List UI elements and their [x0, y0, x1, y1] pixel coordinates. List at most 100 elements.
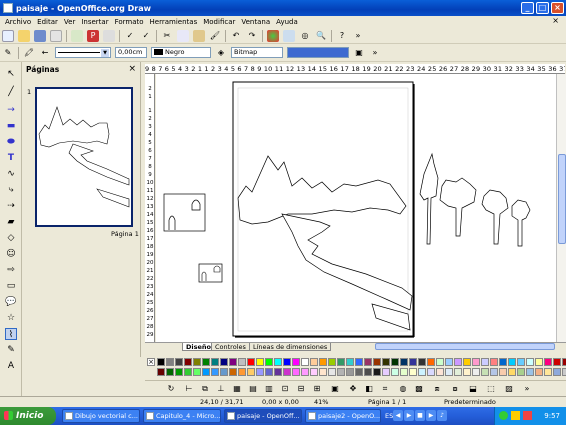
color-swatch[interactable]	[400, 358, 408, 366]
area-style-select[interactable]: Bitmap	[231, 47, 283, 58]
color-swatch[interactable]	[472, 358, 480, 366]
connector-icon[interactable]: ⤷	[5, 184, 17, 196]
taskbar-item-paisaje[interactable]: paisaje - OpenOff...	[224, 409, 302, 423]
line-color-select[interactable]: Negro	[151, 47, 211, 58]
no-fill-swatch[interactable]: ×	[147, 358, 155, 366]
color-swatch[interactable]	[193, 358, 201, 366]
toolbar-options-icon[interactable]: »	[352, 30, 364, 42]
color-swatch[interactable]	[364, 368, 372, 376]
email-icon[interactable]	[50, 29, 62, 42]
color-swatch[interactable]	[391, 368, 399, 376]
snap-border-icon[interactable]: ▥	[263, 383, 275, 395]
menu-insertar[interactable]: Insertar	[78, 18, 111, 26]
menu-editar[interactable]: Editar	[34, 18, 61, 26]
color-swatch[interactable]	[310, 368, 318, 376]
table-icon[interactable]	[283, 29, 295, 42]
color-swatch[interactable]	[211, 368, 219, 376]
color-swatch[interactable]	[310, 358, 318, 366]
shadow-icon[interactable]: ▣	[353, 47, 365, 59]
volume-icon[interactable]: ♪	[437, 410, 447, 421]
color-swatch[interactable]	[445, 368, 453, 376]
color-swatch[interactable]	[247, 358, 255, 366]
color-swatch[interactable]	[454, 368, 462, 376]
color-swatch[interactable]	[427, 368, 435, 376]
extrusion-icon[interactable]: ⬓	[467, 383, 479, 395]
arch-box-large[interactable]	[163, 193, 206, 232]
line-icon[interactable]: 🖍	[23, 47, 35, 59]
color-swatch[interactable]	[346, 368, 354, 376]
color-swatch[interactable]	[481, 358, 489, 366]
paste-icon[interactable]	[193, 29, 205, 42]
zoom-level[interactable]: 41%	[314, 398, 328, 406]
edit-file-icon[interactable]	[71, 29, 83, 42]
menu-herramientas[interactable]: Herramientas	[147, 18, 201, 26]
color-swatch[interactable]	[193, 368, 201, 376]
line-width-input[interactable]: 0,00cm	[115, 47, 147, 58]
save-icon[interactable]	[34, 29, 46, 42]
color-swatch[interactable]	[247, 368, 255, 376]
group-icon[interactable]: ⧈	[431, 383, 443, 395]
close-document-icon[interactable]: ×	[549, 16, 562, 25]
clone-format-icon[interactable]: 🖌	[209, 30, 221, 42]
color-swatch[interactable]	[499, 358, 507, 366]
color-swatch[interactable]	[202, 358, 210, 366]
color-swatch[interactable]	[553, 368, 561, 376]
maximize-button[interactable]: □	[536, 2, 549, 14]
color-swatch[interactable]	[283, 368, 291, 376]
vertical-scrollbar[interactable]	[556, 74, 566, 342]
symbol-shapes-icon[interactable]: ☺	[5, 248, 17, 260]
menu-modificar[interactable]: Modificar	[200, 18, 238, 26]
color-swatch[interactable]	[418, 368, 426, 376]
menu-ayuda[interactable]: Ayuda	[273, 18, 301, 26]
color-swatch[interactable]	[490, 358, 498, 366]
vertical-scroll-thumb[interactable]	[558, 154, 566, 244]
color-swatch[interactable]	[418, 358, 426, 366]
media-prev-icon[interactable]: ◀	[393, 410, 403, 421]
curve-icon[interactable]: ∿	[5, 168, 17, 180]
3d-objects-icon[interactable]: ▰	[5, 216, 17, 228]
tree-medium[interactable]	[481, 189, 509, 245]
color-swatch[interactable]	[472, 368, 480, 376]
arrange-icon[interactable]: ⧉	[199, 383, 211, 395]
color-swatch[interactable]	[463, 368, 471, 376]
help-icon[interactable]: ?	[336, 30, 348, 42]
snap-frame-icon[interactable]: ▤	[247, 383, 259, 395]
close-button[interactable]: ×	[551, 2, 564, 14]
new-document-icon[interactable]	[2, 29, 14, 42]
spellcheck-icon[interactable]: ✓	[124, 30, 136, 42]
color-swatch[interactable]	[220, 358, 228, 366]
color-swatch[interactable]	[382, 358, 390, 366]
color-swatch[interactable]	[157, 368, 165, 376]
arrow-line-icon[interactable]: →	[5, 104, 17, 116]
color-swatch[interactable]	[274, 358, 282, 366]
media-play-icon[interactable]: ▶	[404, 410, 414, 421]
minimize-button[interactable]: _	[521, 2, 534, 14]
color-swatch[interactable]	[337, 358, 345, 366]
crop-icon[interactable]: ⌗	[379, 383, 391, 395]
color-swatch[interactable]	[157, 358, 165, 366]
taskbar-item-dibujo[interactable]: Dibujo vectorial c...	[62, 409, 140, 423]
fontwork-icon[interactable]: A	[5, 360, 17, 372]
security-icon[interactable]	[511, 411, 520, 420]
ungroup-icon[interactable]: ⧇	[449, 383, 461, 395]
ellipse-icon[interactable]: ⬬	[5, 136, 17, 148]
color-swatch[interactable]	[508, 368, 516, 376]
color-swatch[interactable]	[301, 358, 309, 366]
color-swatch[interactable]	[436, 358, 444, 366]
color-swatch[interactable]	[535, 358, 543, 366]
color-swatch[interactable]	[238, 368, 246, 376]
color-swatch[interactable]	[211, 358, 219, 366]
line-tool-icon[interactable]: ╱	[5, 86, 17, 98]
color-swatch[interactable]	[319, 368, 327, 376]
print-icon[interactable]	[103, 29, 115, 42]
color-swatch[interactable]	[256, 358, 264, 366]
color-swatch[interactable]	[481, 368, 489, 376]
color-swatch[interactable]	[184, 358, 192, 366]
color-swatch[interactable]	[166, 358, 174, 366]
color-swatch[interactable]	[391, 358, 399, 366]
color-swatch[interactable]	[535, 368, 543, 376]
menu-ver[interactable]: Ver	[61, 18, 78, 26]
toolbar-options-icon[interactable]: »	[369, 47, 381, 59]
gradient-icon[interactable]: ▩	[413, 383, 425, 395]
tab-lineas-dimensiones[interactable]: Líneas de dimensiones	[249, 343, 332, 351]
